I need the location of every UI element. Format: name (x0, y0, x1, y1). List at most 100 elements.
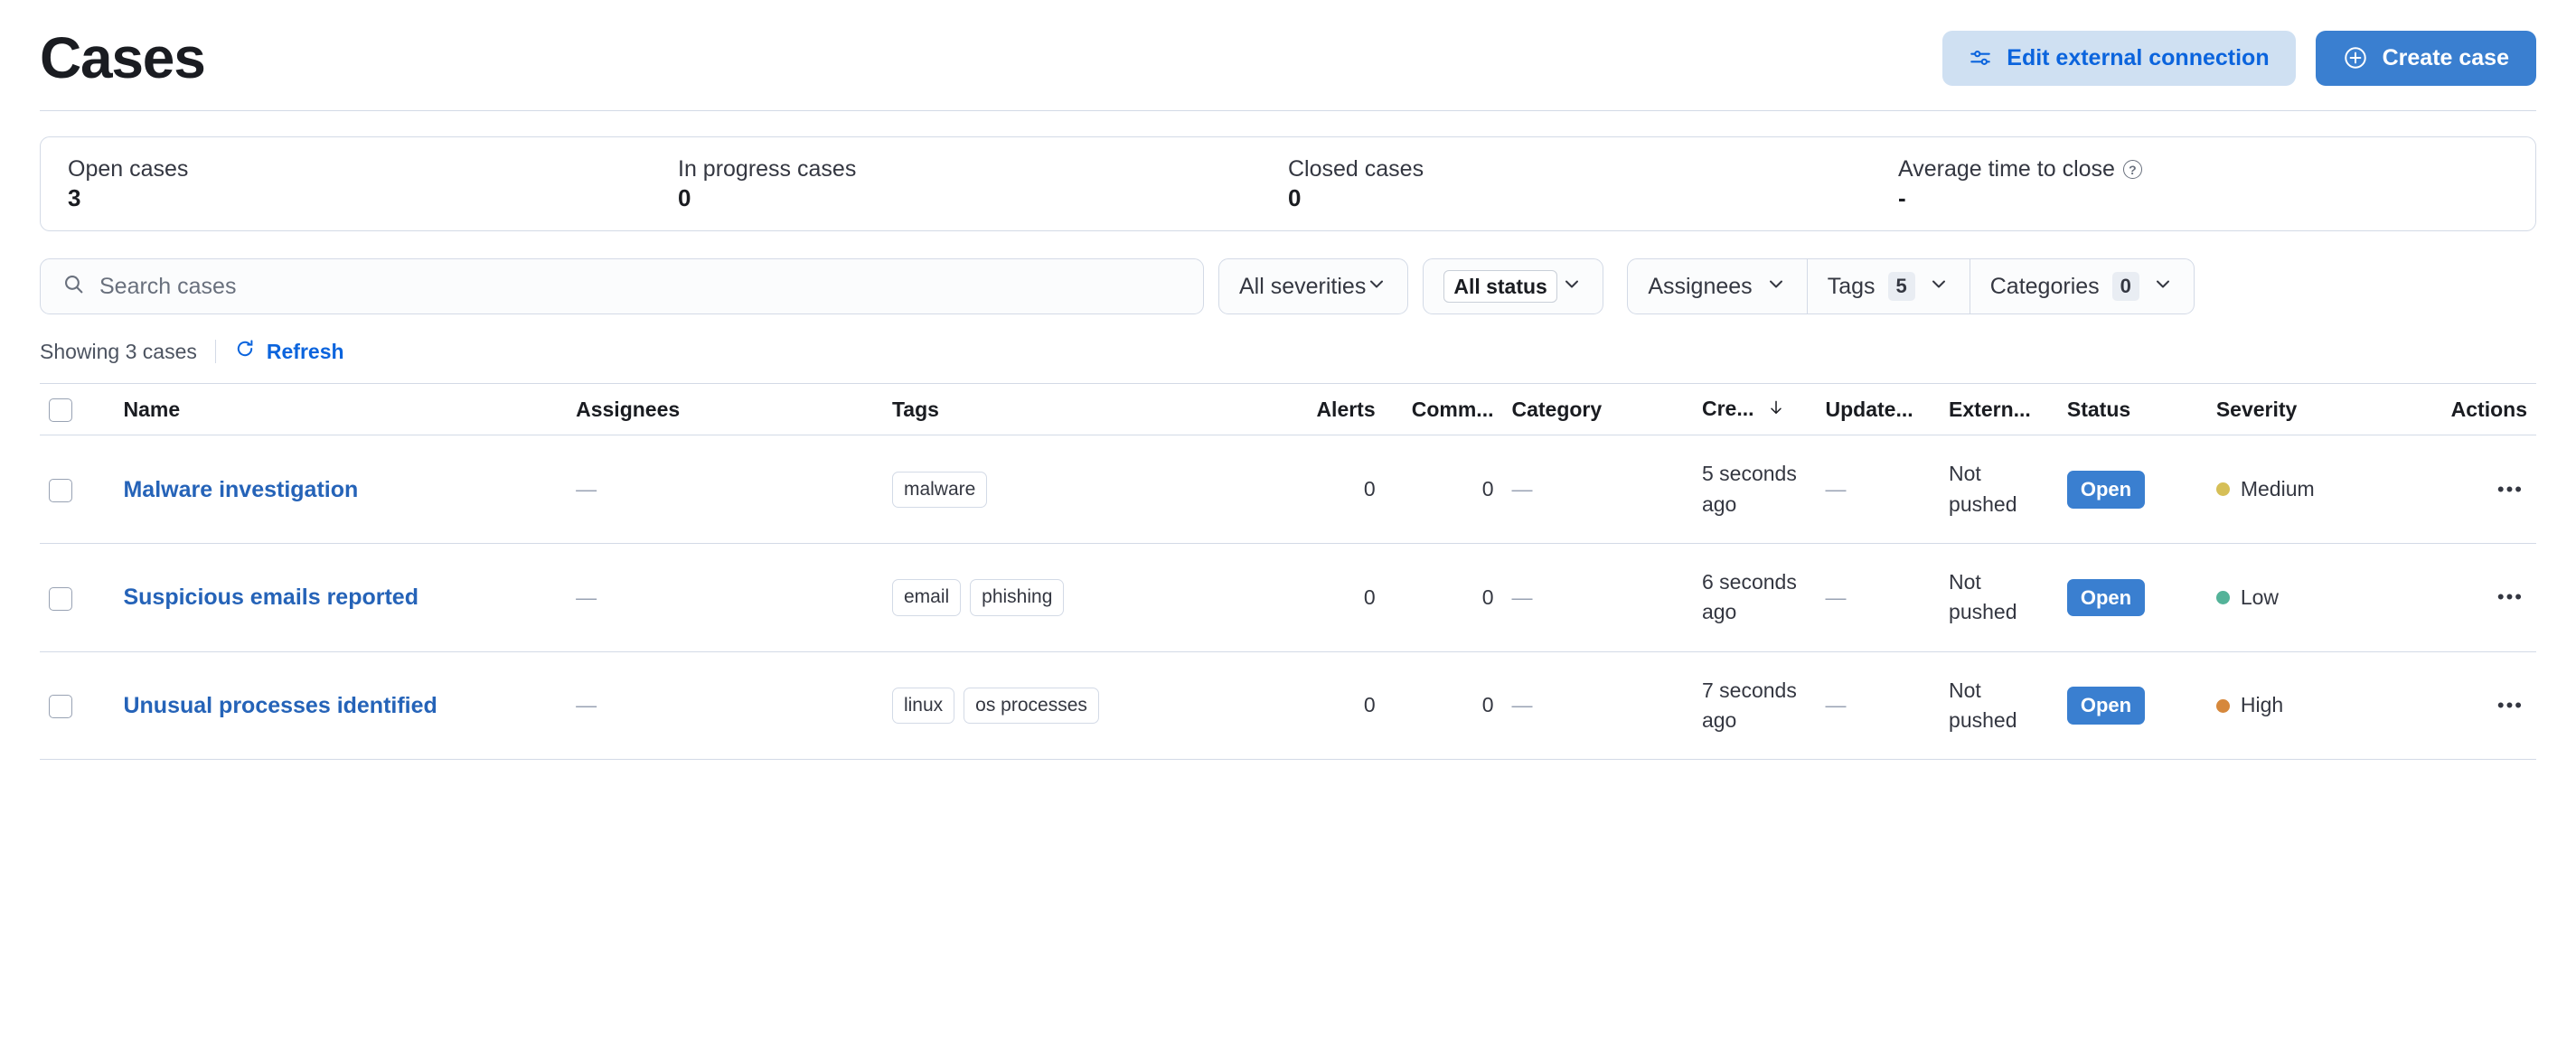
stat-closed-cases: Closed cases 0 (1288, 158, 1898, 211)
comments-value: 0 (1481, 477, 1494, 501)
case-name-link[interactable]: Malware investigation (123, 477, 358, 502)
category-value: — (1511, 477, 1533, 501)
external-incident-cell: Not pushed (1940, 651, 2058, 761)
search-input[interactable] (99, 273, 1181, 300)
tag-badge[interactable]: email (891, 579, 962, 616)
category-value: — (1511, 585, 1533, 609)
status-filter[interactable]: All status (1423, 258, 1604, 314)
column-header-external[interactable]: Extern... (1940, 382, 2058, 436)
column-header-severity[interactable]: Severity (2206, 382, 2395, 436)
alerts-cell: 0 (1268, 543, 1385, 652)
row-select-checkbox[interactable] (49, 479, 72, 503)
severity-dot-icon (2215, 698, 2230, 713)
tags-filter[interactable]: Tags 5 (1806, 258, 1970, 314)
row-select-cell (40, 543, 115, 652)
select-all-checkbox[interactable] (49, 398, 72, 423)
assignees-filter-label: Assignees (1648, 273, 1753, 299)
search-box[interactable] (40, 258, 1204, 314)
severity-value: Low (2240, 585, 2280, 609)
updated-value: — (1825, 585, 1847, 609)
assignees-value: — (576, 585, 597, 609)
row-select-cell (40, 435, 115, 545)
status-cell: Open (2057, 543, 2207, 652)
severity-filter[interactable]: All severities (1218, 258, 1409, 314)
case-name-link[interactable]: Suspicious emails reported (123, 585, 418, 610)
stat-average-time-to-close: Average time to close ? - (1898, 158, 2508, 210)
help-icon[interactable]: ? (2122, 160, 2142, 179)
stat-label: Open cases (68, 156, 189, 182)
status-filter-label: All status (1443, 269, 1557, 304)
created-cell: 7 seconds ago (1692, 651, 1817, 761)
stat-value: 0 (678, 184, 691, 211)
tag-badge[interactable]: phishing (970, 579, 1065, 616)
comments-value: 0 (1481, 693, 1494, 717)
column-header-comments[interactable]: Comm... (1384, 382, 1503, 436)
status-badge[interactable]: Open (2066, 470, 2146, 509)
case-name-link[interactable]: Unusual processes identified (123, 693, 437, 718)
updated-cell: — (1816, 543, 1941, 652)
row-actions-button[interactable]: ••• (2494, 690, 2527, 721)
updated-value: — (1825, 477, 1847, 501)
edit-external-connection-button[interactable]: Edit external connection (1942, 30, 2296, 86)
categories-filter-label: Categories (1989, 273, 2100, 299)
actions-cell: ••• (2394, 543, 2536, 652)
showing-count-text: Showing 3 cases (40, 339, 197, 363)
column-header-status[interactable]: Status (2057, 382, 2207, 436)
table-row: Unusual processes identified — linux os pro… (40, 651, 2536, 761)
column-header-name[interactable]: Name (114, 382, 568, 436)
create-case-button[interactable]: Create case (2315, 30, 2536, 86)
status-cell: Open (2057, 435, 2207, 545)
column-header-tags[interactable]: Tags (882, 382, 1269, 436)
tag-badge[interactable]: linux (891, 687, 955, 725)
refresh-button[interactable]: Refresh (234, 338, 344, 365)
severity-dot-icon (2215, 590, 2230, 604)
categories-filter[interactable]: Categories 0 (1969, 258, 2195, 314)
severity-value: Medium (2240, 477, 2315, 501)
column-header-assignees[interactable]: Assignees (567, 382, 883, 436)
column-header-updated[interactable]: Update... (1816, 382, 1941, 436)
severity-filter-label: All severities (1239, 273, 1367, 299)
row-select-checkbox[interactable] (49, 695, 72, 719)
categories-filter-count: 0 (2111, 271, 2139, 302)
tag-badge[interactable]: malware (891, 471, 988, 508)
comments-value: 0 (1481, 585, 1494, 609)
row-select-checkbox[interactable] (49, 586, 72, 611)
chevron-down-icon (1928, 273, 1950, 301)
severity-value-wrapper: Medium (2215, 474, 2315, 504)
row-actions-button[interactable]: ••• (2494, 474, 2527, 505)
category-cell: — (1502, 651, 1693, 761)
updated-value: — (1825, 693, 1847, 717)
tag-badge[interactable]: os processes (964, 687, 1099, 725)
case-name-cell: Suspicious emails reported (114, 543, 568, 652)
column-header-created[interactable]: Cre... (1692, 382, 1817, 436)
tags-list: email phishing (891, 579, 1260, 616)
tags-list: malware (891, 471, 1260, 508)
column-header-category[interactable]: Category (1502, 382, 1693, 436)
category-cell: — (1502, 543, 1693, 652)
stat-label-wrapper: Average time to close ? (1898, 158, 2508, 181)
results-toolbar: Showing 3 cases Refresh (40, 336, 2536, 367)
filter-bar: All severities All status Assignees Tags… (40, 258, 2536, 314)
row-actions-button[interactable]: ••• (2494, 582, 2527, 613)
status-cell: Open (2057, 651, 2207, 761)
assignees-cell: — (567, 651, 883, 761)
table-header-row: Name Assignees Tags Alerts Comm... Categ… (40, 382, 2536, 436)
external-incident-cell: Not pushed (1940, 543, 2058, 652)
edit-external-connection-label: Edit external connection (2007, 44, 2270, 70)
assignees-filter[interactable]: Assignees (1627, 258, 1808, 314)
column-header-alerts[interactable]: Alerts (1268, 382, 1385, 436)
row-select-cell (40, 651, 115, 761)
created-value: 7 seconds ago (1701, 678, 1797, 733)
external-incident-value: Not pushed (1949, 570, 2017, 624)
case-name-cell: Unusual processes identified (114, 651, 568, 761)
status-badge[interactable]: Open (2066, 687, 2146, 725)
created-value: 6 seconds ago (1701, 570, 1797, 624)
chevron-down-icon (2152, 273, 2174, 301)
alerts-cell: 0 (1268, 435, 1385, 545)
severity-cell: High (2206, 651, 2395, 761)
external-incident-cell: Not pushed (1940, 435, 2058, 545)
comments-cell: 0 (1384, 435, 1503, 545)
alerts-value: 0 (1363, 693, 1376, 717)
status-badge[interactable]: Open (2066, 578, 2146, 617)
stat-in-progress-cases: In progress cases 0 (678, 158, 1288, 211)
